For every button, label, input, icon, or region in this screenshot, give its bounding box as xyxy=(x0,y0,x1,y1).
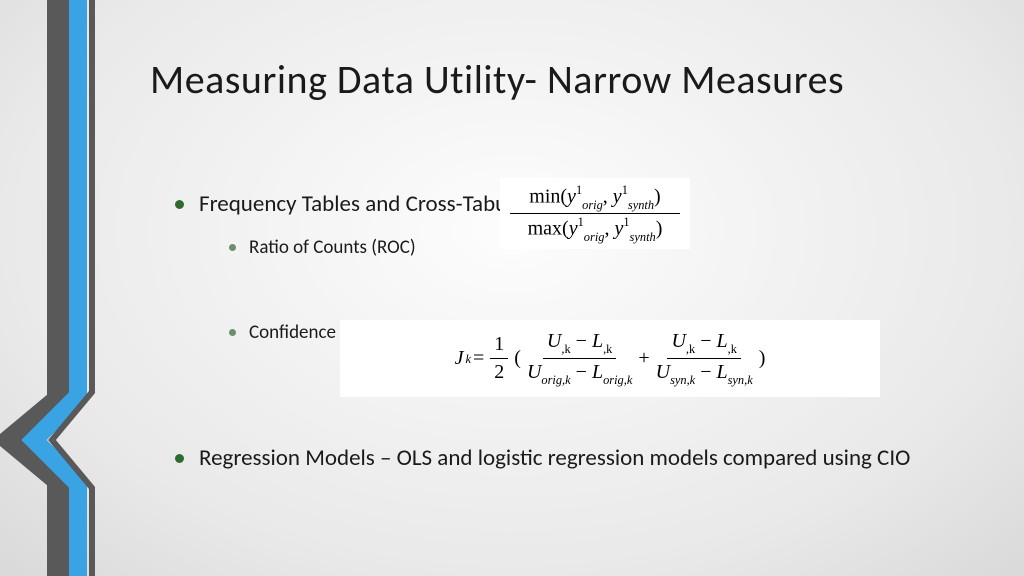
accent-stripe xyxy=(0,0,130,576)
bullet-text: Ratio of Counts (ROC) xyxy=(249,236,416,259)
formula-roc: min(y1orig, y1synth) max(y1orig, y1synth… xyxy=(500,178,690,249)
bullet-text: Regression Models – OLS and logistic reg… xyxy=(199,444,910,472)
bullet-regression: Regression Models – OLS and logistic reg… xyxy=(175,444,994,472)
slide: Measuring Data Utility- Narrow Measures … xyxy=(0,0,1024,576)
slide-title: Measuring Data Utility- Narrow Measures xyxy=(150,55,844,104)
formula-cio: Jk = 12 ( U,k − L,k Uorig,k − Lorig,k + … xyxy=(340,320,880,397)
